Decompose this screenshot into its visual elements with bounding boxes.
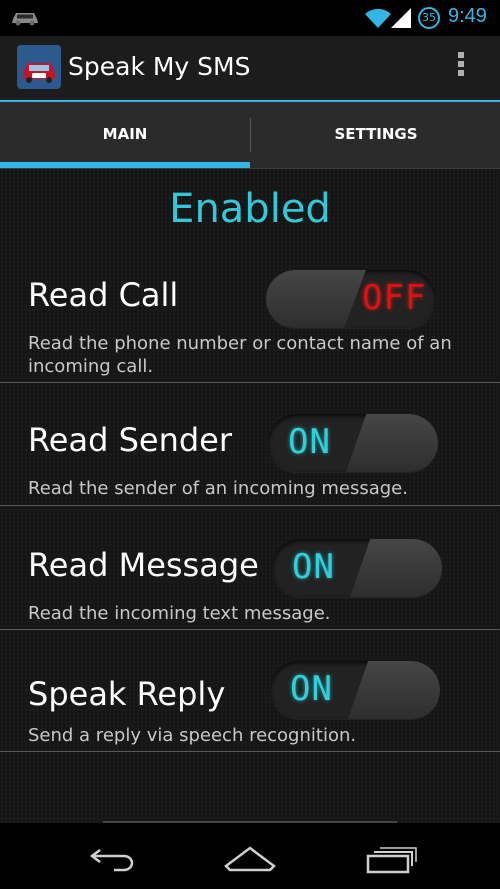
home-icon[interactable] [222, 840, 278, 876]
toggle-thumb [266, 270, 366, 328]
read-message-toggle[interactable]: ON [272, 539, 442, 597]
divider [0, 629, 500, 630]
read-sender-toggle[interactable]: ON [268, 414, 438, 472]
back-icon[interactable] [84, 840, 140, 876]
speak-reply-label: Speak Reply [28, 675, 226, 713]
toggle-state: ON [288, 422, 331, 462]
divider [0, 751, 500, 752]
signal-icon [391, 8, 411, 28]
read-message-description: Read the incoming text message. [28, 603, 331, 624]
divider [0, 382, 500, 383]
read-sender-label: Read Sender [28, 421, 233, 459]
toggle-state: ON [290, 669, 333, 709]
read-call-label: Read Call [28, 276, 179, 314]
overflow-menu-icon[interactable] [452, 52, 470, 84]
tab-bar: MAIN SETTINGS [0, 102, 500, 169]
read-call-toggle[interactable]: OFF [266, 270, 436, 328]
toggle-thumb [346, 414, 438, 472]
toggle-state: ON [292, 547, 335, 587]
toggle-thumb [348, 661, 440, 719]
enabled-status-title: Enabled [169, 186, 331, 232]
wifi-icon [365, 8, 391, 28]
battery-icon: 35 [418, 7, 440, 29]
divider [0, 505, 500, 506]
tab-main[interactable]: MAIN [0, 102, 250, 168]
status-bar: 35 9:49 [0, 0, 500, 36]
clock: 9:49 [448, 5, 487, 27]
speak-reply-description: Send a reply via speech recognition. [28, 725, 357, 746]
recent-apps-icon[interactable] [362, 840, 418, 876]
app-logo-icon[interactable] [17, 45, 61, 89]
toggle-thumb [350, 539, 442, 597]
app-title: Speak My SMS [68, 52, 251, 81]
car-icon [12, 13, 38, 26]
overflow-dot [458, 70, 464, 76]
overflow-dot [458, 52, 464, 58]
read-message-label: Read Message [28, 546, 259, 584]
speak-reply-toggle[interactable]: ON [270, 661, 440, 719]
read-sender-description: Read the sender of an incoming message. [28, 478, 408, 499]
selected-tab-indicator [0, 162, 250, 168]
toggle-state: OFF [362, 278, 427, 318]
overflow-dot [458, 61, 464, 67]
tab-settings[interactable]: SETTINGS [251, 102, 500, 168]
read-call-description: Read the phone number or contact name of… [28, 333, 452, 377]
action-bar: Speak My SMS [0, 36, 500, 102]
